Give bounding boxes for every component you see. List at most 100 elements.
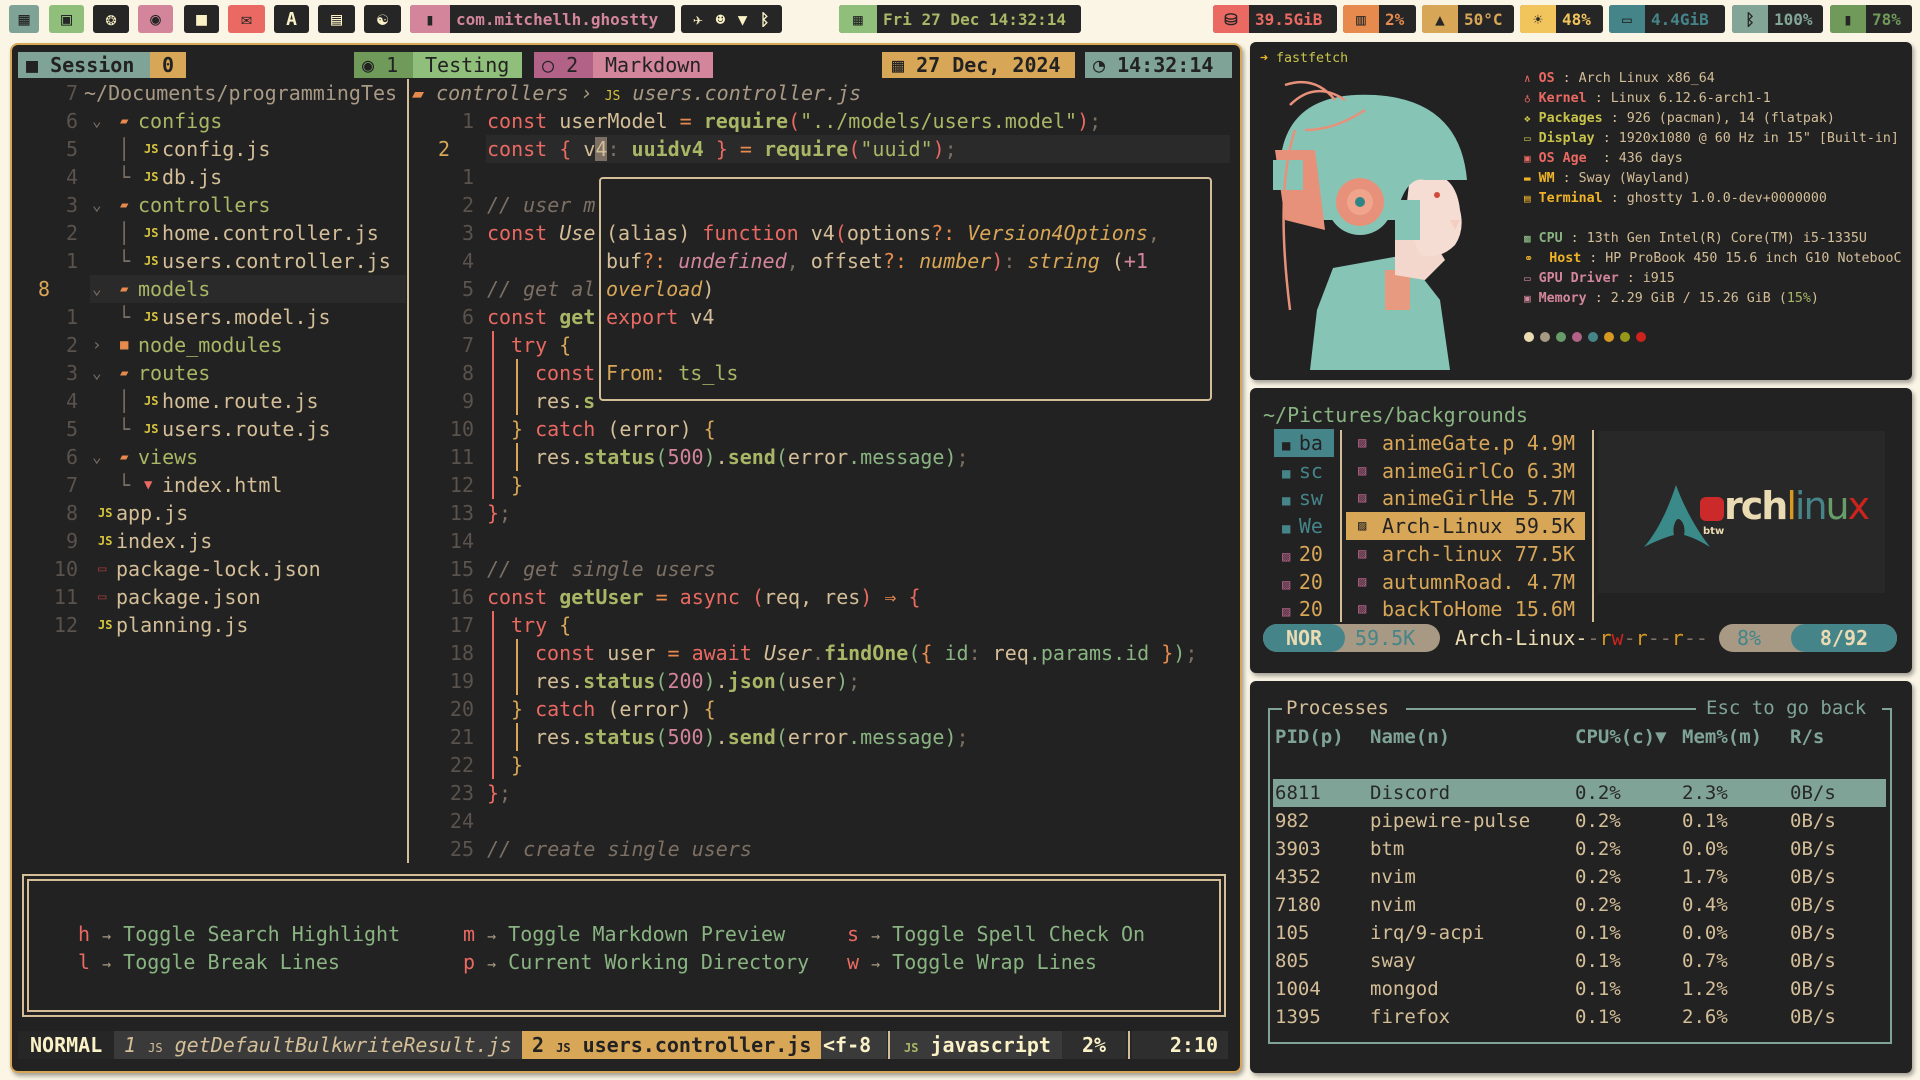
process-cell[interactable]: 0.2%	[1575, 807, 1621, 835]
process-cell[interactable]: 4352	[1275, 863, 1321, 891]
parent-entry[interactable]: ■ We	[1274, 512, 1334, 540]
keymap-item[interactable]: h → Toggle Search Highlight	[78, 920, 400, 948]
tree-item[interactable]: 3 ⌄ ▰ controllers	[18, 191, 406, 219]
file-entry[interactable]: ▨ backToHome 15.6M	[1346, 595, 1585, 623]
clock[interactable]: ▦ Fri 27 Dec 14:32:14	[839, 5, 1081, 33]
keymap-item[interactable]: l → Toggle Break Lines	[78, 948, 340, 976]
buffer-tab-1[interactable]: 1 JS getDefaultBulkwriteResult.js	[114, 1031, 522, 1059]
process-cell[interactable]: 0.1%	[1575, 947, 1621, 975]
process-cell[interactable]: 0.2%	[1575, 779, 1621, 807]
column-header[interactable]: Name(n)	[1370, 723, 1450, 751]
workspace-6[interactable]: ✉	[228, 5, 265, 33]
workspace-3[interactable]: ❂	[93, 5, 129, 33]
process-cell[interactable]: pipewire-pulse	[1370, 807, 1530, 835]
process-cell[interactable]: firefox	[1370, 1003, 1450, 1031]
process-cell[interactable]: 3903	[1275, 835, 1321, 863]
tree-item[interactable]: 1 └ JS users.model.js	[18, 303, 406, 331]
workspace-2[interactable]: ▣	[49, 5, 84, 33]
code-line[interactable]: 14	[412, 527, 1230, 555]
tree-root[interactable]: 7 ~/Documents/programmingTes	[18, 79, 406, 107]
tree-item[interactable]: 5 │ JS config.js	[18, 135, 406, 163]
chevron-icon[interactable]: ⌄	[92, 359, 102, 387]
workspace-5[interactable]: ■	[184, 5, 219, 33]
code-line[interactable]: 20} catch (error) {	[412, 695, 1230, 723]
file-entry[interactable]: ▨ animeGirlCo 6.3M	[1346, 457, 1585, 485]
process-cell[interactable]: 0B/s	[1790, 835, 1836, 863]
tree-item[interactable]: 2 │ JS home.controller.js	[18, 219, 406, 247]
discord-icon[interactable]: ☻	[716, 10, 726, 29]
module-brightness[interactable]: ☀ 48%	[1520, 5, 1603, 33]
process-cell[interactable]: btm	[1370, 835, 1404, 863]
chevron-icon[interactable]: ⌄	[92, 275, 102, 303]
process-cell[interactable]: 0.4%	[1682, 891, 1728, 919]
tree-item[interactable]: 11 ▭ package.json	[18, 583, 406, 611]
process-cell[interactable]: 0.1%	[1575, 975, 1621, 1003]
process-cell[interactable]: nvim	[1370, 863, 1416, 891]
parent-entry[interactable]: ■ ba	[1274, 429, 1334, 457]
process-cell[interactable]: 0.7%	[1682, 947, 1728, 975]
tree-item[interactable]: 6 ⌄ ▰ views	[18, 443, 406, 471]
code-line[interactable]: 1 const userModel = require("../models/us…	[412, 107, 1230, 135]
chevron-icon[interactable]: ›	[92, 331, 102, 359]
code-line[interactable]: 16 const getUser = async (req, res) ⇒ {	[412, 583, 1230, 611]
code-line[interactable]: 23};	[412, 779, 1230, 807]
process-cell[interactable]: sway	[1370, 947, 1416, 975]
keymap-item[interactable]: w → Toggle Wrap Lines	[847, 948, 1097, 976]
module-temperature[interactable]: ▲ 50°C	[1422, 5, 1514, 33]
process-cell[interactable]: 0B/s	[1790, 975, 1836, 1003]
parent-entry[interactable]: ■ sw	[1274, 484, 1334, 512]
process-cell[interactable]: 1395	[1275, 1003, 1321, 1031]
process-cell[interactable]: 0B/s	[1790, 1003, 1836, 1031]
code-line[interactable]: 22}	[412, 751, 1230, 779]
telegram-icon[interactable]: ✈	[693, 10, 703, 29]
process-cell[interactable]: 0.2%	[1575, 863, 1621, 891]
file-entry[interactable]: ▨ animeGirlHe 5.7M	[1346, 484, 1585, 512]
tree-item[interactable]: 4 └ JS db.js	[18, 163, 406, 191]
keymap-item[interactable]: s → Toggle Spell Check On	[847, 920, 1145, 948]
parent-entry[interactable]: ▨ 20	[1274, 595, 1334, 623]
column-header[interactable]: PID(p)	[1275, 723, 1344, 751]
process-cell[interactable]: 805	[1275, 947, 1309, 975]
process-cell[interactable]: 0B/s	[1790, 919, 1836, 947]
column-header[interactable]: R/s	[1790, 723, 1824, 751]
tree-item[interactable]: 1 └ JS users.controller.js	[18, 247, 406, 275]
parent-entry[interactable]: ▨ 20	[1274, 568, 1334, 596]
tree-item[interactable]: 8 ⌄ ▰ models	[18, 275, 406, 303]
parent-entry[interactable]: ■ sc	[1274, 457, 1334, 485]
chevron-icon[interactable]: ⌄	[92, 191, 102, 219]
process-cell[interactable]: irq/9-acpi	[1370, 919, 1484, 947]
keymap-item[interactable]: m → Toggle Markdown Preview	[463, 920, 785, 948]
process-cell[interactable]: Discord	[1370, 779, 1450, 807]
code-line[interactable]: 12}	[412, 471, 1230, 499]
code-line[interactable]: 15 // get single users	[412, 555, 1230, 583]
parent-entry[interactable]: ▨ 20	[1274, 540, 1334, 568]
process-cell[interactable]: 0.1%	[1682, 807, 1728, 835]
code-line[interactable]: 10} catch (error) {	[412, 415, 1230, 443]
chevron-icon[interactable]: ⌄	[92, 107, 102, 135]
file-entry[interactable]: ▨ animeGate.p 4.9M	[1346, 429, 1585, 457]
tree-item[interactable]: 12 JS planning.js	[18, 611, 406, 639]
module-disk[interactable]: ⛁ 39.5GiB	[1213, 5, 1337, 33]
process-cell[interactable]: 1.2%	[1682, 975, 1728, 1003]
code-line[interactable]: 19 res.status(200).json(user);	[412, 667, 1230, 695]
wifi-icon[interactable]: ▼	[738, 10, 748, 29]
workspace-1[interactable]: ▦	[9, 5, 39, 33]
module-cpu[interactable]: ▥ 2%	[1343, 5, 1416, 33]
tmux-tab-2[interactable]: ○ 2 Markdown	[534, 52, 713, 78]
column-header[interactable]: Mem%(m)	[1682, 723, 1762, 751]
split-divider[interactable]	[407, 79, 409, 863]
chevron-icon[interactable]: ⌄	[92, 443, 102, 471]
process-cell[interactable]: 0.1%	[1575, 1003, 1621, 1031]
code-line[interactable]: 24	[412, 807, 1230, 835]
module-battery[interactable]: ▮ 78%	[1830, 5, 1912, 33]
process-cell[interactable]: nvim	[1370, 891, 1416, 919]
code-line[interactable]: 17 try {	[412, 611, 1230, 639]
process-cell[interactable]: 0.0%	[1682, 919, 1728, 947]
workspace-8[interactable]: ▤	[318, 5, 355, 33]
tree-item[interactable]: 5 └ JS users.route.js	[18, 415, 406, 443]
tree-item[interactable]: 7 └ ▼ index.html	[18, 471, 406, 499]
process-cell[interactable]: 0B/s	[1790, 947, 1836, 975]
process-cell[interactable]: 2.6%	[1682, 1003, 1728, 1031]
process-cell[interactable]: 1004	[1275, 975, 1321, 1003]
code-line[interactable]: 11 res.status(500).send(error.message);	[412, 443, 1230, 471]
